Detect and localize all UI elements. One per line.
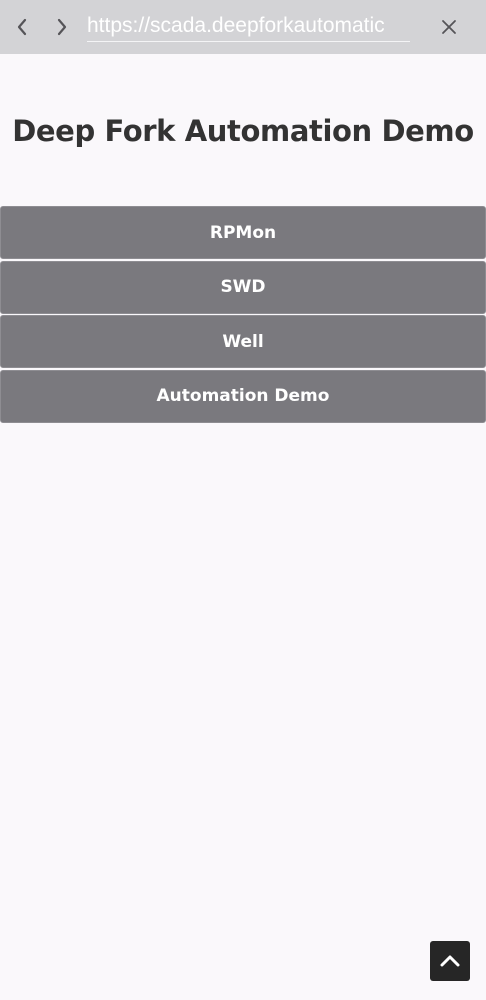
close-icon bbox=[442, 20, 456, 34]
menu-button-well[interactable]: Well bbox=[0, 315, 486, 368]
back-button[interactable] bbox=[8, 13, 36, 41]
close-button[interactable] bbox=[435, 13, 463, 41]
menu-button-automation-demo[interactable]: Automation Demo bbox=[0, 369, 486, 423]
menu-list: RPMon SWD Well Automation Demo bbox=[0, 206, 486, 424]
chevron-left-icon bbox=[17, 18, 27, 36]
forward-button[interactable] bbox=[48, 13, 76, 41]
menu-button-swd[interactable]: SWD bbox=[0, 260, 486, 314]
scroll-to-top-button[interactable] bbox=[430, 941, 470, 981]
chevron-right-icon bbox=[57, 18, 67, 36]
browser-toolbar bbox=[0, 0, 486, 54]
url-input[interactable] bbox=[87, 10, 410, 42]
chevron-up-icon bbox=[440, 955, 460, 967]
page-title: Deep Fork Automation Demo bbox=[12, 114, 474, 148]
menu-button-rpmon[interactable]: RPMon bbox=[0, 206, 486, 259]
